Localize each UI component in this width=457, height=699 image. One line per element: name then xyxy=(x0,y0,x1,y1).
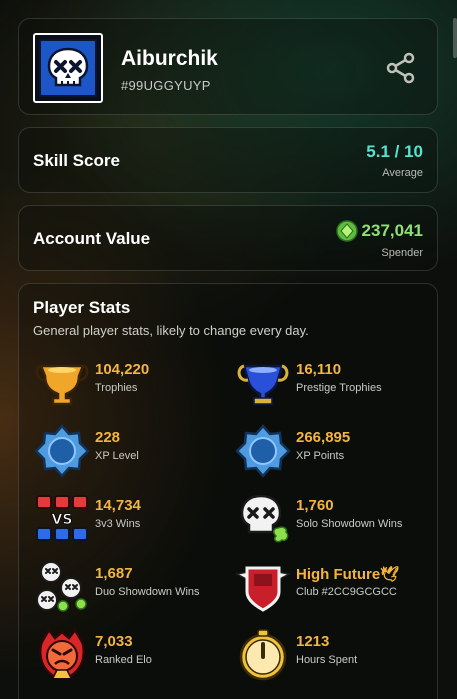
stat-duo-showdown-wins: 1,687 Duo Showdown Wins xyxy=(33,558,233,620)
stat-value: 14,734 xyxy=(95,497,141,514)
skull-icon xyxy=(47,47,89,87)
player-stats-title: Player Stats xyxy=(33,298,131,317)
duo-showdown-icon xyxy=(36,561,87,612)
xp-level-icon xyxy=(34,424,90,478)
stat-xp-points: 266,895 XP Points xyxy=(234,422,434,484)
stat-value: 104,220 xyxy=(95,361,150,378)
stat-label: Solo Showdown Wins xyxy=(296,518,403,530)
skill-score-card: Skill Score 5.1 / 10 Average xyxy=(18,127,438,193)
stat-label: Ranked Elo xyxy=(95,654,152,666)
svg-text:VS: VS xyxy=(52,512,73,528)
stat-value: 228 xyxy=(95,429,121,446)
xp-points-icon xyxy=(235,424,291,478)
profile-card: Aiburchik #99UGGYUYP xyxy=(18,18,438,115)
clock-icon xyxy=(239,629,287,681)
club-tag: Club #2CC9GCGCC xyxy=(296,586,397,598)
share-icon[interactable] xyxy=(385,52,417,84)
player-tag: #99UGGYUYP xyxy=(121,78,211,93)
ranked-icon xyxy=(39,627,85,680)
scrollbar[interactable] xyxy=(453,18,457,58)
stat-value: 16,110 xyxy=(296,361,342,378)
avatar xyxy=(33,33,103,103)
skill-score-value: 5.1 / 10 xyxy=(366,142,423,161)
gem-coin-icon xyxy=(335,220,358,242)
account-value-amount: 237,041 xyxy=(361,221,423,240)
stat-label: Prestige Trophies xyxy=(296,382,382,394)
stat-3v3-wins: VS 14,734 3v3 Wins xyxy=(33,490,233,552)
solo-showdown-icon xyxy=(240,494,289,543)
stat-trophies: 104,220 Trophies xyxy=(33,354,233,416)
club-name[interactable]: High Future🕊 xyxy=(296,565,399,583)
stat-ranked-elo: 7,033 Ranked Elo xyxy=(33,626,233,688)
club-badge-icon xyxy=(234,566,292,612)
stat-solo-showdown-wins: 1,760 Solo Showdown Wins xyxy=(234,490,434,552)
account-value-card: Account Value 237,041 Spender xyxy=(18,205,438,271)
stat-label: XP Points xyxy=(296,450,345,462)
stat-label: Duo Showdown Wins xyxy=(95,586,200,598)
stat-label: XP Level xyxy=(95,450,139,462)
stat-label: 3v3 Wins xyxy=(95,518,141,530)
stat-value: 7,033 xyxy=(95,633,133,650)
player-stats-subtitle: General player stats, likely to change e… xyxy=(33,323,309,338)
stat-hours-spent: 1213 Hours Spent xyxy=(234,626,434,688)
stat-label: Hours Spent xyxy=(296,654,358,666)
skill-rating: Average xyxy=(382,167,423,179)
3v3-icon: VS xyxy=(36,495,88,541)
stat-label: Trophies xyxy=(95,382,138,394)
stat-xp-level: 228 XP Level xyxy=(33,422,233,484)
stat-prestige-trophies: 16,110 Prestige Trophies xyxy=(234,354,434,416)
stat-value: 1,760 xyxy=(296,497,334,514)
stat-club[interactable]: High Future🕊 Club #2CC9GCGCC xyxy=(234,558,434,620)
account-value-tier: Spender xyxy=(381,247,423,259)
stat-value: 266,895 xyxy=(296,429,351,446)
stat-value: 1,687 xyxy=(95,565,133,582)
stat-value: 1213 xyxy=(296,633,330,650)
skill-score-title: Skill Score xyxy=(33,151,120,170)
player-name: Aiburchik xyxy=(121,47,218,70)
prestige-trophy-icon xyxy=(237,364,289,406)
trophy-icon xyxy=(35,364,89,406)
player-stats-card: Player Stats General player stats, likel… xyxy=(18,283,438,699)
account-value-title: Account Value xyxy=(33,229,151,248)
